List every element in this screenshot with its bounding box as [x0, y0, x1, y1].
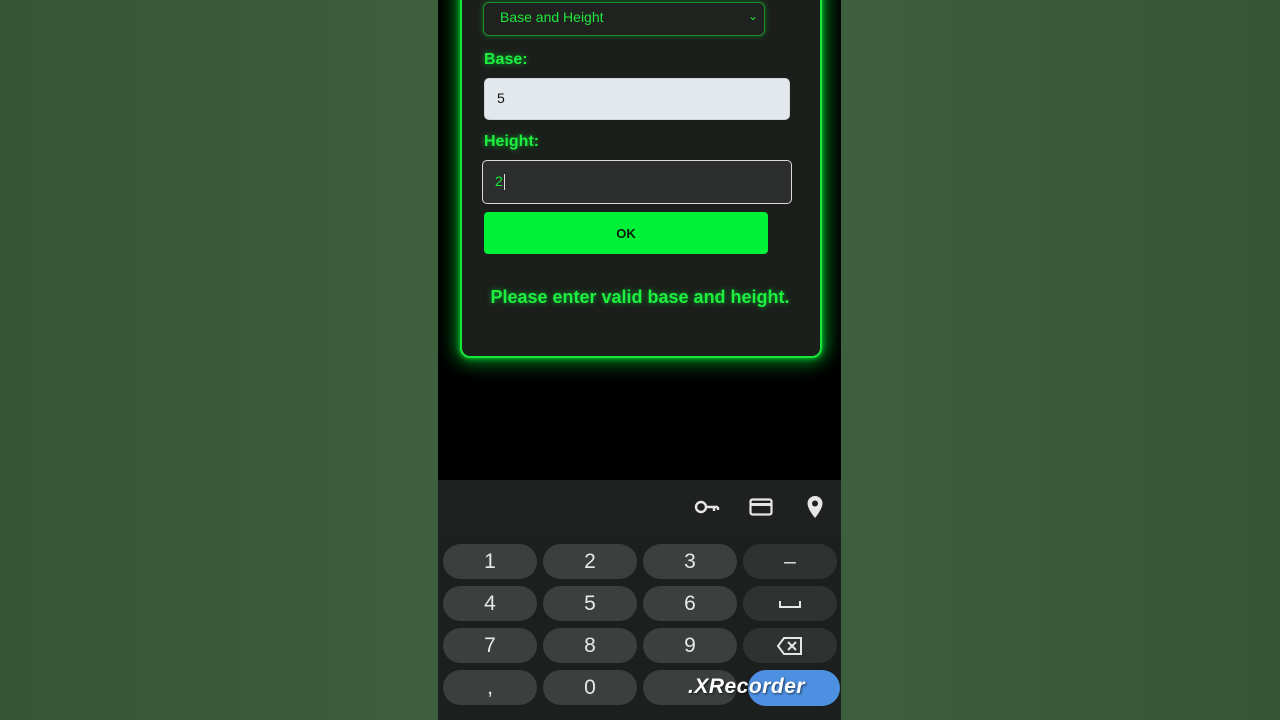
- key-minus[interactable]: –: [743, 544, 837, 579]
- text-caret: [503, 174, 505, 191]
- height-input-value: 2: [495, 173, 503, 189]
- key-space[interactable]: [743, 586, 837, 621]
- method-select[interactable]: Base and Height ⌄: [483, 2, 765, 36]
- key-7[interactable]: 7: [443, 628, 537, 663]
- chevron-down-icon: ⌄: [747, 9, 758, 23]
- base-label: Base:: [484, 51, 528, 68]
- validation-message: Please enter valid base and height.: [490, 287, 790, 307]
- watermark-text: .XRecorder: [688, 675, 806, 698]
- right-background: [841, 0, 1280, 720]
- method-select-value: Base and Height: [500, 9, 604, 25]
- calculator-card: Base and Height ⌄ Base: 5 Height: 2 OK P…: [460, 0, 822, 358]
- key-backspace[interactable]: [743, 628, 837, 663]
- key-2[interactable]: 2: [543, 544, 637, 579]
- key-5[interactable]: 5: [543, 586, 637, 621]
- space-icon: [779, 600, 801, 608]
- location-pin-icon[interactable]: [801, 494, 829, 520]
- height-label: Height:: [484, 133, 540, 150]
- key-0[interactable]: 0: [543, 670, 637, 705]
- phone-screen: Base and Height ⌄ Base: 5 Height: 2 OK P…: [438, 0, 841, 720]
- key-9[interactable]: 9: [643, 628, 737, 663]
- autofill-bar: [438, 480, 841, 534]
- backspace-icon: [776, 636, 802, 655]
- key-4[interactable]: 4: [443, 586, 537, 621]
- key-3[interactable]: 3: [643, 544, 737, 579]
- key-1[interactable]: 1: [443, 544, 537, 579]
- height-input[interactable]: 2: [482, 160, 792, 204]
- ok-button[interactable]: OK: [484, 212, 768, 254]
- base-input[interactable]: 5: [484, 78, 790, 120]
- credit-card-icon[interactable]: [747, 494, 775, 520]
- key-8[interactable]: 8: [543, 628, 637, 663]
- key-6[interactable]: 6: [643, 586, 737, 621]
- base-input-value: 5: [497, 90, 505, 106]
- key-comma[interactable]: ,: [443, 670, 537, 705]
- left-background: [0, 0, 438, 720]
- xrecorder-watermark: .XRecorder: [688, 670, 840, 706]
- key-icon[interactable]: [693, 494, 721, 520]
